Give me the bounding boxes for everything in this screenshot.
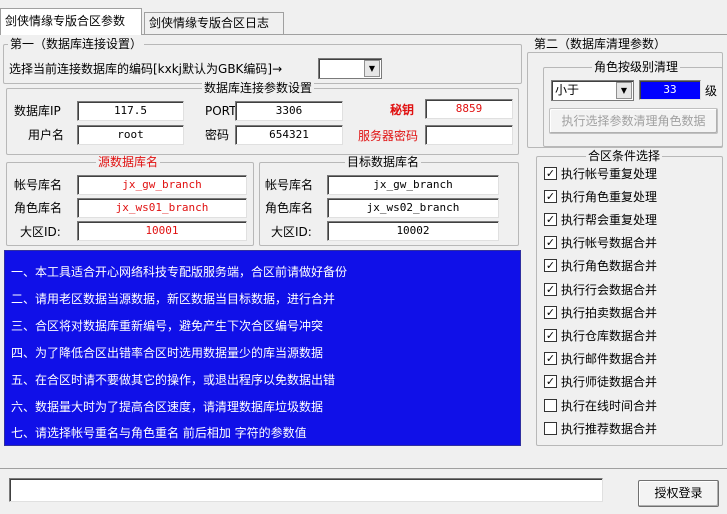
merge-option-label: 执行角色数据合并: [561, 259, 658, 273]
server-password-label: 服务器密码: [358, 129, 419, 143]
password-input[interactable]: 654321: [235, 125, 343, 145]
execute-cleanup-button[interactable]: 执行选择参数清理角色数据: [549, 108, 718, 134]
level-comparator-value: 小于: [555, 83, 580, 97]
instruction-line: 七、请选择帐号重名与角色重名 前后相加 字符的参数值: [11, 426, 307, 440]
target-account-db-input[interactable]: jx_gw_branch: [327, 175, 499, 195]
checkbox[interactable]: ✓: [544, 190, 557, 203]
tab-bar: 剑侠情缘专版合区参数 剑侠情缘专版合区日志: [0, 0, 727, 35]
target-role-db-input[interactable]: jx_ws02_branch: [327, 198, 499, 218]
password-label: 密码: [205, 128, 230, 142]
checkbox[interactable]: [544, 399, 557, 412]
instruction-line: 四、为了降低合区出错率合区时选用数据量少的库当源数据: [11, 346, 324, 360]
auth-login-button[interactable]: 授权登录: [638, 480, 719, 507]
checkbox[interactable]: ✓: [544, 167, 557, 180]
db-connection-group-title: 第一（数据库连接设置）: [8, 37, 145, 51]
target-role-db-label: 角色库名: [265, 201, 314, 215]
secret-key-input[interactable]: 8859: [425, 99, 513, 119]
merge-option-label: 执行角色重复处理: [561, 190, 658, 204]
source-account-db-label: 帐号库名: [14, 178, 63, 192]
status-text: [9, 478, 603, 502]
checkbox[interactable]: ✓: [544, 306, 557, 319]
port-input[interactable]: 3306: [235, 101, 343, 121]
source-account-db-input[interactable]: jx_gw_branch: [77, 175, 247, 195]
merge-option-label: 执行在线时间合并: [561, 399, 658, 413]
checkbox[interactable]: ✓: [544, 375, 557, 388]
instruction-line: 五、在合区时请不要做其它的操作，或退出程序以免数据出错: [11, 373, 336, 387]
merge-options-group-title: 合区条件选择: [586, 149, 663, 163]
source-role-db-label: 角色库名: [14, 201, 63, 215]
checkbox[interactable]: ✓: [544, 329, 557, 342]
merge-option-label: 执行行会数据合并: [561, 283, 658, 297]
merge-option-label: 执行帐号重复处理: [561, 167, 658, 181]
instruction-line: 二、请用老区数据当源数据，新区数据当目标数据，进行合并: [11, 292, 336, 306]
merge-option-label: 执行仓库数据合并: [561, 329, 658, 343]
merge-option-label: 执行帮会重复处理: [561, 213, 658, 227]
source-role-db-input[interactable]: jx_ws01_branch: [77, 198, 247, 218]
target-account-db-label: 帐号库名: [265, 178, 314, 192]
merge-option-label: 执行师徒数据合并: [561, 375, 658, 389]
tab-merge-log[interactable]: 剑侠情缘专版合区日志: [144, 12, 284, 34]
checkbox[interactable]: ✓: [544, 236, 557, 249]
db-ip-label: 数据库IP: [14, 104, 61, 118]
source-region-id-input[interactable]: 10001: [77, 221, 247, 241]
chevron-down-icon[interactable]: ▼: [364, 60, 380, 77]
encoding-label: 选择当前连接数据库的编码[kxkj默认为GBK编码]→: [9, 62, 283, 76]
chevron-down-icon[interactable]: ▼: [616, 82, 632, 99]
merge-option-label: 执行帐号数据合并: [561, 236, 658, 250]
checkbox[interactable]: ✓: [544, 259, 557, 272]
level-comparator-select[interactable]: 小于 ▼: [551, 80, 634, 101]
server-password-input[interactable]: [425, 125, 513, 145]
secret-key-label: 秘钥: [390, 103, 415, 117]
db-params-group-title: 数据库连接参数设置: [202, 81, 315, 95]
source-region-id-label: 大区ID:: [20, 225, 61, 239]
target-region-id-input[interactable]: 10002: [327, 221, 499, 241]
encoding-select[interactable]: ▼: [318, 58, 382, 79]
checkbox[interactable]: [544, 422, 557, 435]
checkbox[interactable]: ✓: [544, 283, 557, 296]
merge-option-label: 执行邮件数据合并: [561, 352, 658, 366]
port-label: PORT: [205, 104, 237, 118]
checkbox[interactable]: ✓: [544, 352, 557, 365]
instruction-line: 六、数据量大时为了提高合区速度，请清理数据库垃圾数据: [11, 400, 324, 414]
level-input[interactable]: 33: [639, 80, 701, 100]
level-unit-label: 级: [705, 84, 718, 98]
username-input[interactable]: root: [77, 125, 184, 145]
target-region-id-label: 大区ID:: [271, 225, 312, 239]
db-cleanup-group-title: 第二（数据库清理参数）: [532, 37, 669, 51]
checkbox[interactable]: ✓: [544, 213, 557, 226]
target-db-group-title: 目标数据库名: [345, 155, 422, 169]
merge-option-label: 执行推荐数据合并: [561, 422, 658, 436]
merge-option-label: 执行拍卖数据合并: [561, 306, 658, 320]
instruction-line: 一、本工具适合开心网络科技专配版服务端，合区前请做好备份: [11, 265, 348, 279]
username-label: 用户名: [28, 128, 65, 142]
role-level-cleanup-title: 角色按级别清理: [592, 60, 681, 74]
tab-merge-params[interactable]: 剑侠情缘专版合区参数: [0, 8, 142, 35]
instruction-line: 三、合区将对数据库重新编号，避免产生下次合区编号冲突: [11, 319, 324, 333]
source-db-group-title: 源数据库名: [96, 155, 161, 169]
role-level-cleanup-group: [543, 67, 723, 147]
instructions-panel: 一、本工具适合开心网络科技专配版服务端，合区前请做好备份 二、请用老区数据当源数…: [4, 250, 521, 446]
db-ip-input[interactable]: 117.5: [77, 101, 184, 121]
